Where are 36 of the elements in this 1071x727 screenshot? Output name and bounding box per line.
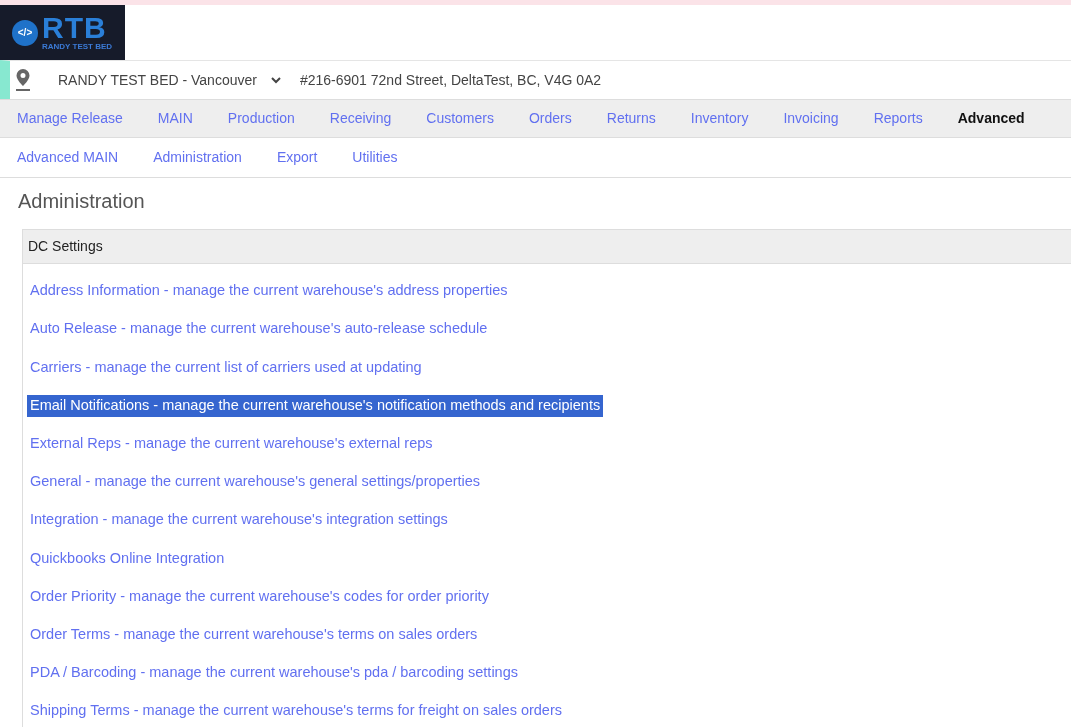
nav-tab[interactable]: Production <box>227 108 295 129</box>
nav-tab[interactable]: Receiving <box>329 108 392 129</box>
settings-link[interactable]: Integration - manage the current warehouse's integration settings <box>27 509 451 532</box>
settings-link[interactable]: Quickbooks Online Integration <box>27 547 228 570</box>
warehouse-address: #216-6901 72nd Street, DeltaTest, BC, V4G 0A2 <box>299 70 602 90</box>
logo-symbol: </> <box>12 19 38 46</box>
settings-link[interactable]: Email Notifications - manage the current warehouse's notification methods and recipients <box>27 394 604 417</box>
settings-link[interactable]: Order Priority - manage the current warehouse's codes for order priority <box>27 585 492 608</box>
nav-tab[interactable]: Manage Release <box>17 108 123 129</box>
settings-link[interactable]: General - manage the current warehouse's general settings/properties <box>27 471 484 493</box>
location-pin-icon <box>15 68 31 92</box>
logo-tagline: RANDY TEST BED <box>42 42 113 51</box>
nav-tab[interactable]: Inventory <box>690 108 749 129</box>
panel-title: DC Settings <box>23 230 1071 264</box>
settings-link[interactable]: Address Information - manage the current warehouse's address properties <box>27 280 511 302</box>
settings-link[interactable]: Carriers - manage the current list of carriers used at updating <box>27 356 425 379</box>
nav-tab[interactable]: Reports <box>873 108 923 129</box>
nav-tab[interactable]: Administration <box>153 147 242 168</box>
page-title: Administration <box>18 189 146 214</box>
warehouse-select[interactable]: RANDY TEST BED - Vancouver <box>57 68 282 92</box>
nav-tab[interactable]: MAIN <box>157 108 193 129</box>
nav-tab[interactable]: Orders <box>528 108 572 129</box>
nav-tab[interactable]: Advanced MAIN <box>17 147 119 168</box>
settings-link[interactable]: PDA / Barcoding - manage the current warehouse's pda / barcoding settings <box>27 662 521 684</box>
settings-link[interactable]: Shipping Terms - manage the current warehouse's terms for freight on sales orders <box>27 700 565 723</box>
nav-tab[interactable]: Advanced <box>957 108 1025 129</box>
nav-tab[interactable]: Invoicing <box>783 108 839 129</box>
chevron-down-icon <box>270 76 281 84</box>
settings-link[interactable]: Auto Release - manage the current warehouse's auto-release schedule <box>27 318 491 341</box>
logo-text: RTB <box>42 14 108 42</box>
nav-tab[interactable]: Customers <box>426 108 494 129</box>
nav-tab[interactable]: Utilities <box>352 147 398 168</box>
nav-tab[interactable]: Returns <box>606 108 656 129</box>
nav-tab[interactable]: Export <box>276 147 318 168</box>
settings-link[interactable]: External Reps - manage the current warehouse's external reps <box>27 432 436 455</box>
settings-link[interactable]: Order Terms - manage the current warehouse's terms on sales orders <box>27 623 481 646</box>
